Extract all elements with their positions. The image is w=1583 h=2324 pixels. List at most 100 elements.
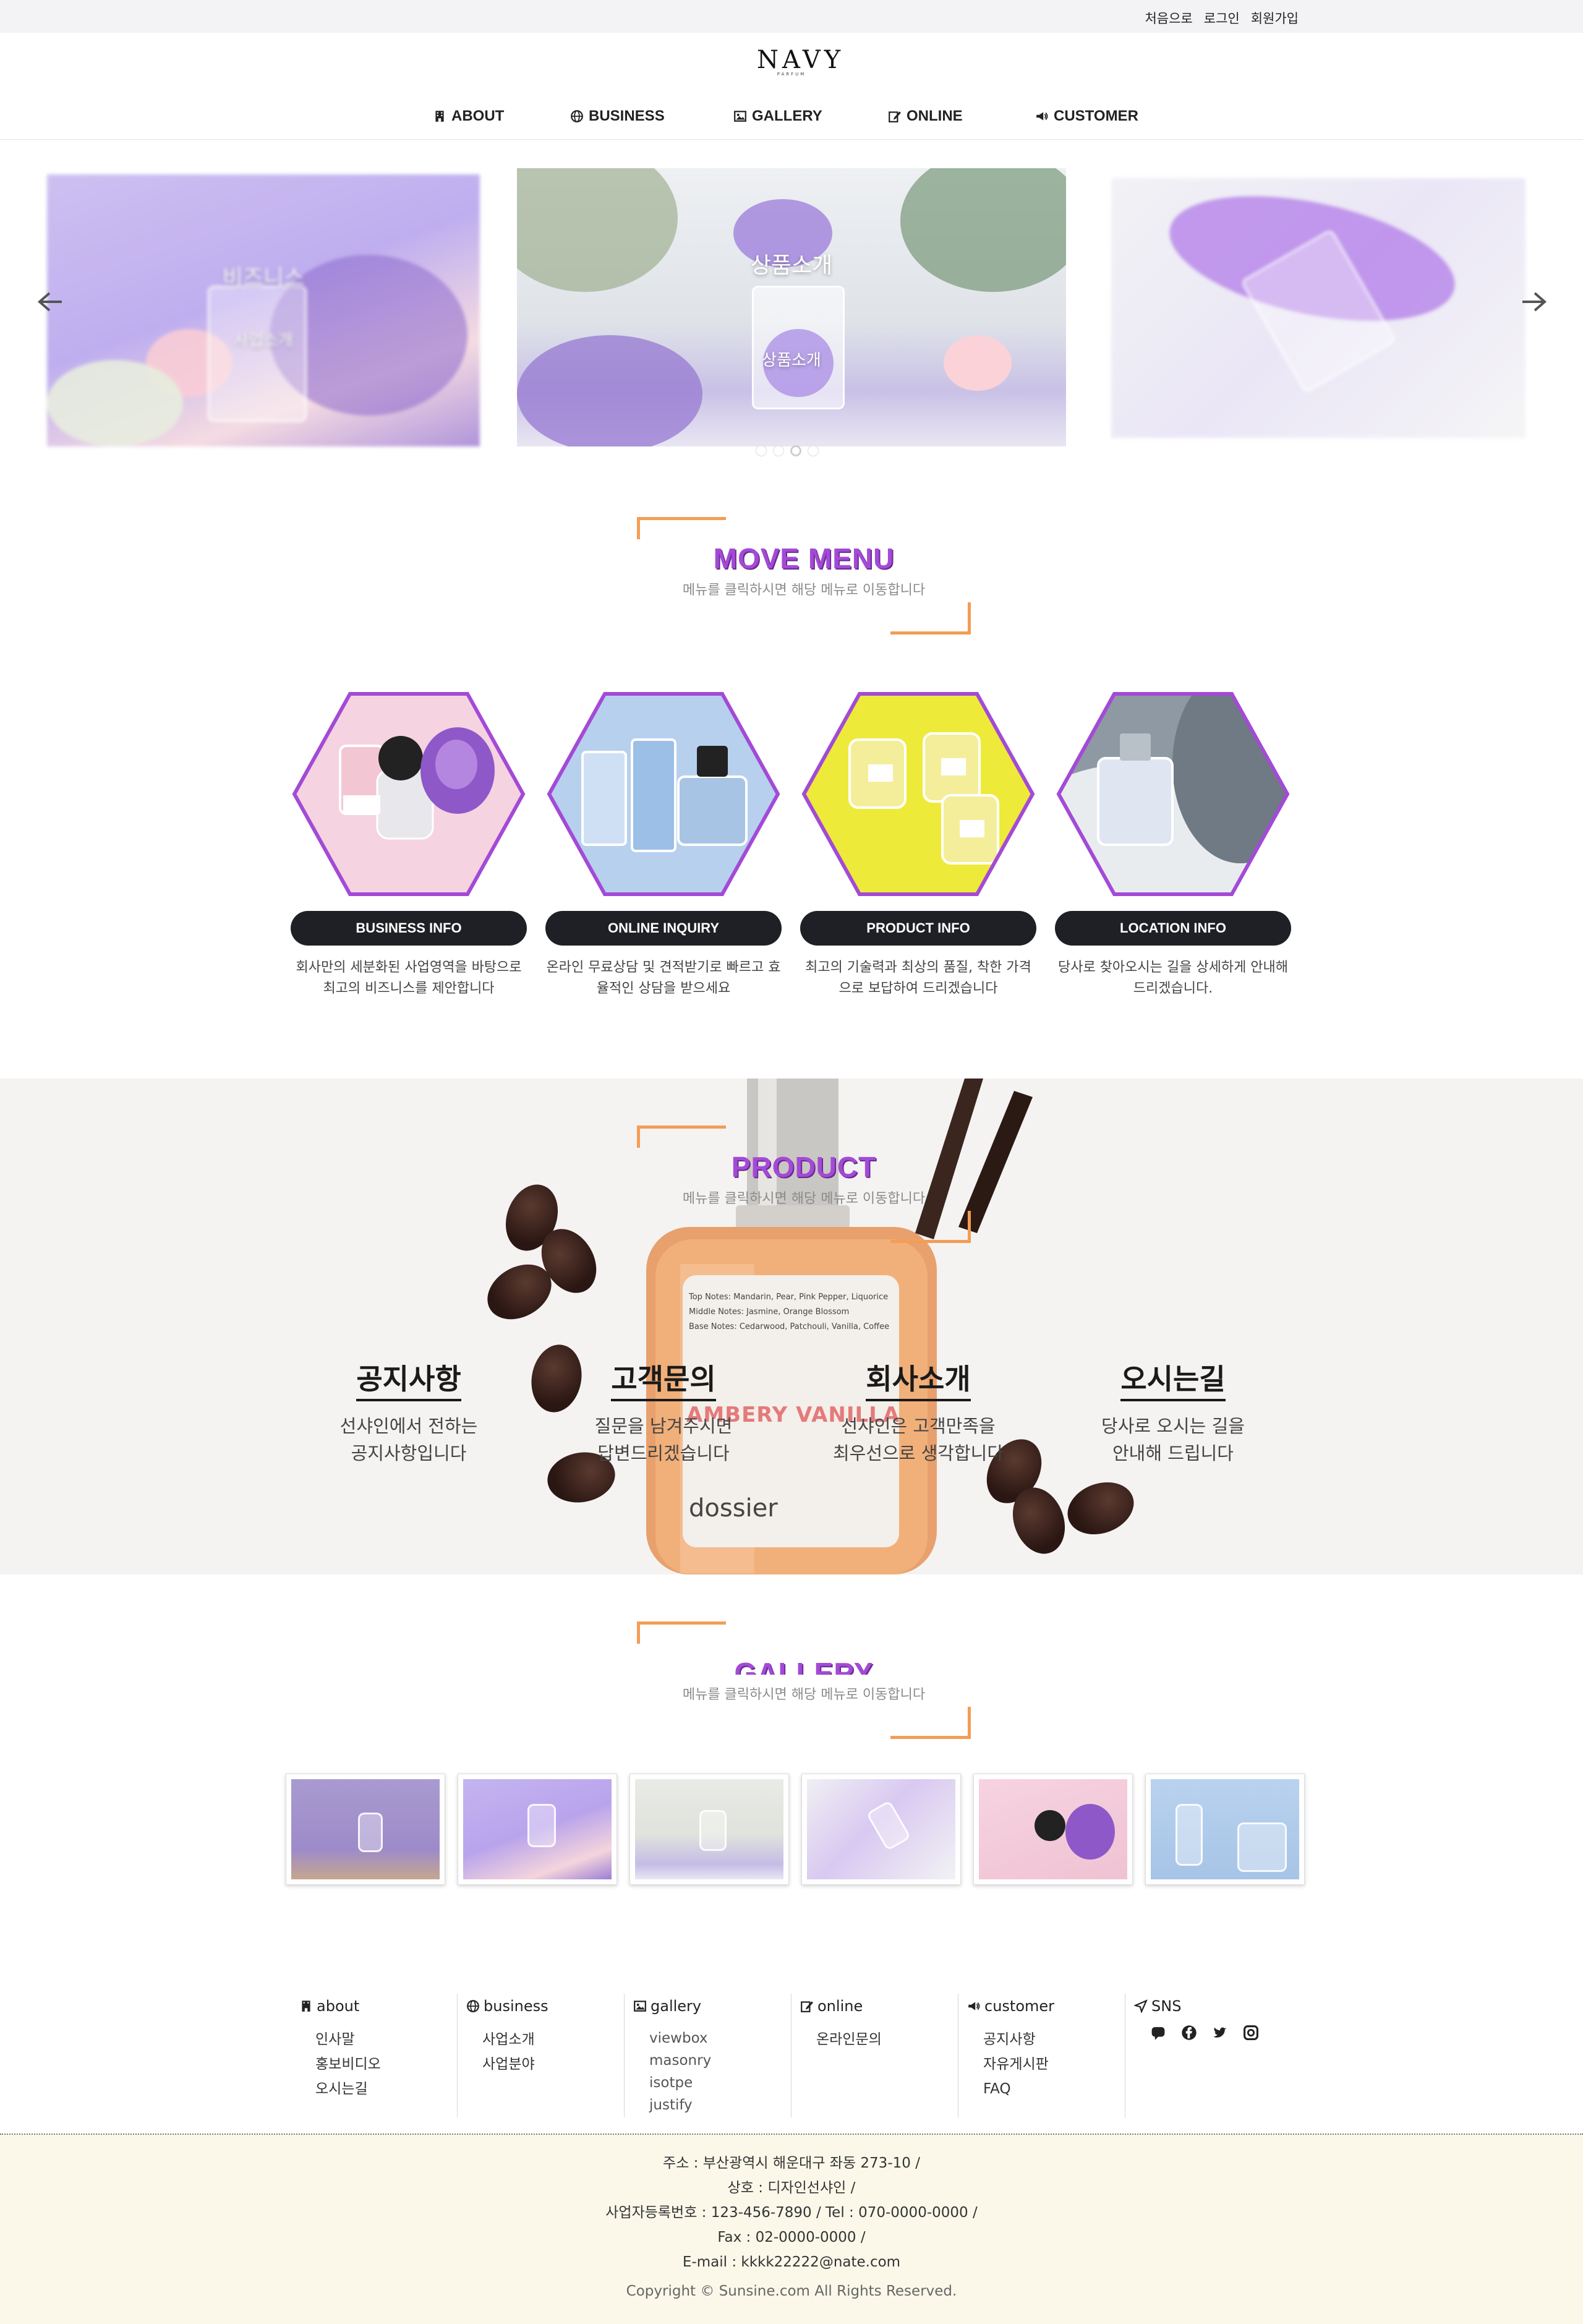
join-link[interactable]: 회원가입	[1251, 9, 1299, 27]
flower-blob	[47, 360, 183, 446]
footer-list: 온라인문의	[800, 2027, 958, 2052]
next-arrow-icon[interactable]	[1519, 284, 1553, 319]
footer-link[interactable]: viewbox	[649, 2027, 791, 2049]
building-icon	[435, 111, 444, 122]
business-hex-image[interactable]	[291, 690, 527, 898]
gallery-thumb[interactable]	[458, 1774, 617, 1885]
footer-heading-label: about	[317, 1997, 360, 2015]
card-description: 당사로 찾아오시는 길을 상세하게 안내해 드리겠습니다.	[1057, 960, 1289, 996]
thumb-image	[291, 1779, 440, 1879]
company-line: 선샤인은 고객만족을	[841, 1416, 996, 1437]
send-icon	[1134, 1999, 1148, 2013]
business-info-button[interactable]: BUSINESS INFO	[291, 911, 527, 946]
location-title[interactable]: 오시는길	[1120, 1357, 1226, 1401]
section-desc: 메뉴를 클릭하시면 해당 메뉴로 이동합니다	[682, 1191, 926, 1207]
logo-word: NAVY	[757, 46, 845, 74]
footer-link[interactable]: 오시는길	[315, 2077, 457, 2101]
online-inquiry-button[interactable]: ONLINE INQUIRY	[545, 911, 782, 946]
thumb-image	[1151, 1779, 1299, 1879]
prev-arrow-icon[interactable]	[31, 284, 66, 319]
slide-caption: 사업소개	[234, 331, 293, 350]
footer-link[interactable]: 사업분야	[482, 2052, 624, 2077]
footer-link[interactable]: FAQ	[983, 2077, 1125, 2101]
gallery-thumb[interactable]	[973, 1774, 1133, 1885]
inquiry-column: 고객문의 질문을 남겨주시면 답변드리겠습니다	[545, 1357, 782, 1467]
login-link[interactable]: 로그인	[1204, 9, 1240, 27]
footer-link[interactable]: 사업소개	[482, 2027, 624, 2052]
slide-third[interactable]	[1111, 178, 1525, 438]
footer-link[interactable]: 홍보비디오	[315, 2052, 457, 2077]
gallery-thumb[interactable]	[1145, 1774, 1305, 1885]
bottle-shape	[1237, 1822, 1287, 1872]
footer-heading-online[interactable]: online	[800, 1997, 958, 2015]
gallery-thumb[interactable]	[629, 1774, 789, 1885]
section-title: GALLERY	[734, 1657, 874, 1675]
site-logo[interactable]: NAVY PARFUM	[757, 46, 845, 77]
location-line: 안내해 드립니다	[1112, 1443, 1234, 1464]
slide-product[interactable]: 상품소개 상품소개	[517, 168, 1066, 446]
product-info-button[interactable]: PRODUCT INFO	[800, 911, 1036, 946]
move-menu-heading: MOVE MENU 메뉴를 클릭하시면 해당 메뉴로 이동합니다	[637, 517, 971, 634]
footer-link[interactable]: isotpe	[649, 2072, 791, 2094]
location-info-button[interactable]: LOCATION INFO	[1055, 911, 1291, 946]
footer-heading-gallery[interactable]: gallery	[633, 1997, 791, 2015]
chat-icon[interactable]	[1150, 2025, 1166, 2041]
company-column: 회사소개 선샤인은 고객만족을 최우선으로 생각합니다	[800, 1357, 1036, 1467]
footer-list: 인사말 홍보비디오 오시는길	[299, 2027, 457, 2101]
twitter-icon[interactable]	[1212, 2025, 1228, 2041]
nav-customer[interactable]: CUSTOMER	[1035, 108, 1138, 125]
bottle-purple	[1065, 1804, 1115, 1860]
location-line: 당사로 오시는 길을	[1101, 1416, 1245, 1437]
footer-col-customer: customer 공지사항 자유게시판 FAQ	[958, 1994, 1125, 2117]
nav-business-label: BUSINESS	[589, 108, 665, 124]
notice-title[interactable]: 공지사항	[356, 1357, 461, 1401]
footer-link[interactable]: 인사말	[315, 2027, 457, 2052]
nav-about[interactable]: ABOUT	[433, 108, 504, 125]
slider-dot-active[interactable]	[790, 445, 801, 456]
footer-list: 사업소개 사업분야	[466, 2027, 624, 2077]
slider-dot[interactable]	[773, 445, 784, 456]
coffee-bean	[1060, 1473, 1141, 1544]
nav-business[interactable]: BUSINESS	[570, 108, 665, 125]
megaphone-icon	[1036, 112, 1048, 121]
slide-business[interactable]: 비즈니스 사업소개	[47, 174, 480, 446]
product-heading: PRODUCT 메뉴를 클릭하시면 해당 메뉴로 이동합니다	[637, 1126, 971, 1243]
footer-link[interactable]: 자유게시판	[983, 2052, 1125, 2077]
globe-icon	[571, 110, 583, 122]
footer-heading-about[interactable]: about	[299, 1997, 457, 2015]
footer-heading-label: customer	[984, 1997, 1055, 2015]
gallery-thumb[interactable]	[286, 1774, 445, 1885]
footer-heading-label: business	[484, 1997, 548, 2015]
bottle-shape	[358, 1813, 383, 1852]
company-title[interactable]: 회사소개	[866, 1357, 971, 1401]
slider-dot[interactable]	[808, 445, 819, 456]
notice-line: 공지사항입니다	[351, 1443, 467, 1464]
footer-heading-customer[interactable]: customer	[967, 1997, 1125, 2015]
instagram-icon[interactable]	[1243, 2025, 1259, 2041]
section-desc: 메뉴를 클릭하시면 해당 메뉴로 이동합니다	[682, 1687, 926, 1702]
facebook-icon[interactable]	[1181, 2025, 1197, 2041]
gallery-thumb[interactable]	[801, 1774, 961, 1885]
notice-column: 공지사항 선샤인에서 전하는 공지사항입니다	[291, 1357, 527, 1467]
nav-gallery[interactable]: GALLERY	[733, 108, 822, 125]
footer-link[interactable]: masonry	[649, 2049, 791, 2072]
footer-link[interactable]: justify	[649, 2094, 791, 2116]
footer-link[interactable]: 온라인문의	[816, 2027, 958, 2052]
image-icon	[634, 2001, 646, 2012]
location-hex-image[interactable]	[1055, 690, 1291, 898]
product-hex-image[interactable]	[800, 690, 1036, 898]
footer-link[interactable]: 공지사항	[983, 2027, 1125, 2052]
slider-dot[interactable]	[756, 445, 767, 456]
footer-company: 상호 : 디자인선샤인 /	[727, 2180, 856, 2196]
home-link[interactable]: 처음으로	[1145, 9, 1192, 27]
bottle-shape	[208, 286, 307, 422]
footer-heading-business[interactable]: business	[466, 1997, 624, 2015]
section-title: MOVE MENU	[713, 542, 895, 575]
location-text: 당사로 오시는 길을 안내해 드립니다	[1055, 1412, 1291, 1467]
product-section: Top Notes: Mandarin, Pear, Pink Pepper, …	[0, 1079, 1583, 1574]
nav-online[interactable]: ONLINE	[888, 108, 963, 125]
inquiry-title[interactable]: 고객문의	[611, 1357, 716, 1401]
section-desc: 메뉴를 클릭하시면 해당 메뉴로 이동합니다	[682, 583, 926, 598]
online-hex-image[interactable]	[545, 690, 782, 898]
footer-fax: Fax : 02-0000-0000 /	[717, 2229, 866, 2245]
